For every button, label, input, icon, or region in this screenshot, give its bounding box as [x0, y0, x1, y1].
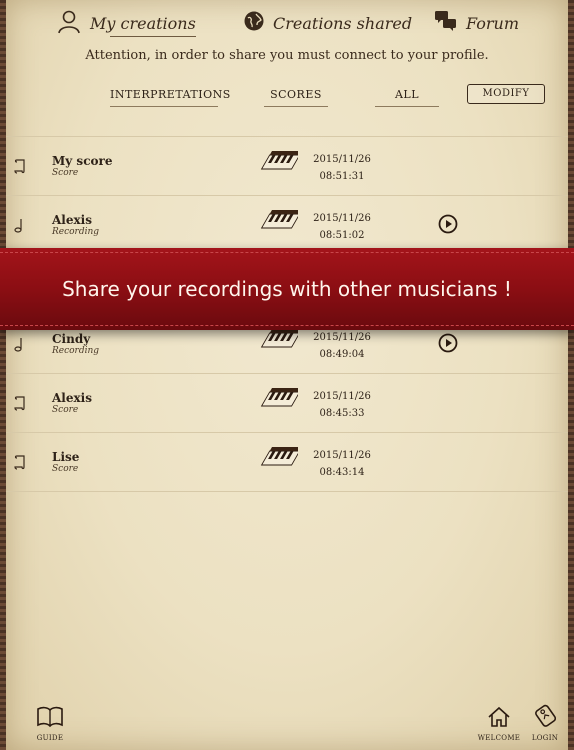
promo-banner: Share your recordings with other musicia…: [0, 248, 574, 330]
row-date: 2015/11/26: [313, 391, 371, 402]
home-icon: [487, 706, 511, 732]
chat-bubbles-icon: [434, 9, 458, 37]
guide-button[interactable]: GUIDE: [34, 706, 66, 742]
list-item[interactable]: Lise Score 2015/11/26 08:43:14: [6, 432, 568, 492]
note-icon: [14, 337, 28, 353]
filter-underline: [375, 106, 439, 107]
row-name: My score: [52, 154, 113, 168]
row-time: 08:43:14: [319, 467, 365, 478]
row-timestamp: 2015/11/26 08:51:31: [302, 151, 382, 185]
row-type: Recording: [52, 346, 100, 356]
list-item[interactable]: Alexis Recording 2015/11/26 08:51:02: [6, 195, 568, 254]
play-button[interactable]: [438, 333, 458, 357]
top-navigation: My creations Creations shared Forum: [0, 8, 574, 38]
row-time: 08:51:02: [319, 230, 365, 241]
row-timestamp: 2015/11/26 08:51:02: [302, 210, 382, 244]
note-icon: [14, 218, 28, 234]
filter-all-label: ALL: [394, 88, 420, 101]
piano-keys-icon: [258, 447, 302, 479]
user-icon: [56, 8, 82, 38]
filter-interpretations-label: INTERPRETATIONS: [110, 88, 231, 101]
row-type: Score: [52, 168, 79, 178]
row-type: Recording: [52, 227, 100, 237]
row-timestamp: 2015/11/26 08:43:14: [302, 447, 382, 481]
luggage-tag-icon: [532, 704, 558, 732]
promo-banner-text: Share your recordings with other musicia…: [62, 277, 512, 301]
scroll-icon: [14, 455, 28, 471]
row-time: 08:51:31: [319, 171, 365, 182]
play-button[interactable]: [438, 214, 458, 238]
row-date: 2015/11/26: [313, 450, 371, 461]
filter-all[interactable]: ALL: [375, 88, 439, 107]
row-type: Score: [52, 464, 79, 474]
row-name: Lise: [52, 450, 80, 464]
welcome-button[interactable]: WELCOME: [476, 706, 522, 742]
filter-underline: [110, 106, 218, 107]
filter-underline: [264, 106, 328, 107]
row-timestamp: 2015/11/26 08:45:33: [302, 388, 382, 422]
row-type: Score: [52, 405, 79, 415]
tab-forum[interactable]: Forum: [434, 8, 519, 38]
welcome-label: WELCOME: [477, 734, 521, 742]
modify-button[interactable]: MODIFY: [467, 84, 545, 104]
row-name: Cindy: [52, 332, 91, 346]
active-tab-underline: [110, 36, 196, 37]
piano-keys-icon: [258, 210, 302, 242]
scroll-icon: [14, 159, 28, 175]
filter-interpretations[interactable]: INTERPRETATIONS: [110, 88, 230, 107]
piano-keys-icon: [258, 388, 302, 420]
row-time: 08:49:04: [319, 349, 365, 360]
row-date: 2015/11/26: [313, 213, 371, 224]
filter-scores[interactable]: SCORES: [264, 88, 328, 107]
list-item[interactable]: Alexis Score 2015/11/26 08:45:33: [6, 373, 568, 432]
globe-icon: [243, 10, 265, 36]
filter-scores-label: SCORES: [270, 88, 322, 101]
tab-creations-shared[interactable]: Creations shared: [243, 8, 412, 38]
row-date: 2015/11/26: [313, 332, 371, 343]
tab-my-creations[interactable]: My creations: [56, 8, 196, 38]
row-name: Alexis: [52, 213, 92, 227]
piano-keys-icon: [258, 151, 302, 183]
list-item[interactable]: My score Score 2015/11/26 08:51:31: [6, 136, 568, 195]
login-button[interactable]: LOGIN: [528, 702, 562, 742]
guide-label: GUIDE: [36, 734, 64, 742]
tab-my-creations-label: My creations: [90, 13, 196, 33]
login-label: LOGIN: [531, 734, 559, 742]
row-timestamp: 2015/11/26 08:49:04: [302, 329, 382, 363]
tab-creations-shared-label: Creations shared: [273, 13, 413, 33]
piano-keys-icon: [258, 329, 302, 361]
scroll-icon: [14, 396, 28, 412]
torn-edge-right: [568, 0, 574, 750]
attention-message: Attention, in order to share you must co…: [85, 48, 489, 63]
row-time: 08:45:33: [319, 408, 365, 419]
book-icon: [36, 706, 64, 732]
row-name: Alexis: [52, 391, 92, 405]
tab-forum-label: Forum: [466, 13, 519, 33]
row-date: 2015/11/26: [313, 154, 371, 165]
